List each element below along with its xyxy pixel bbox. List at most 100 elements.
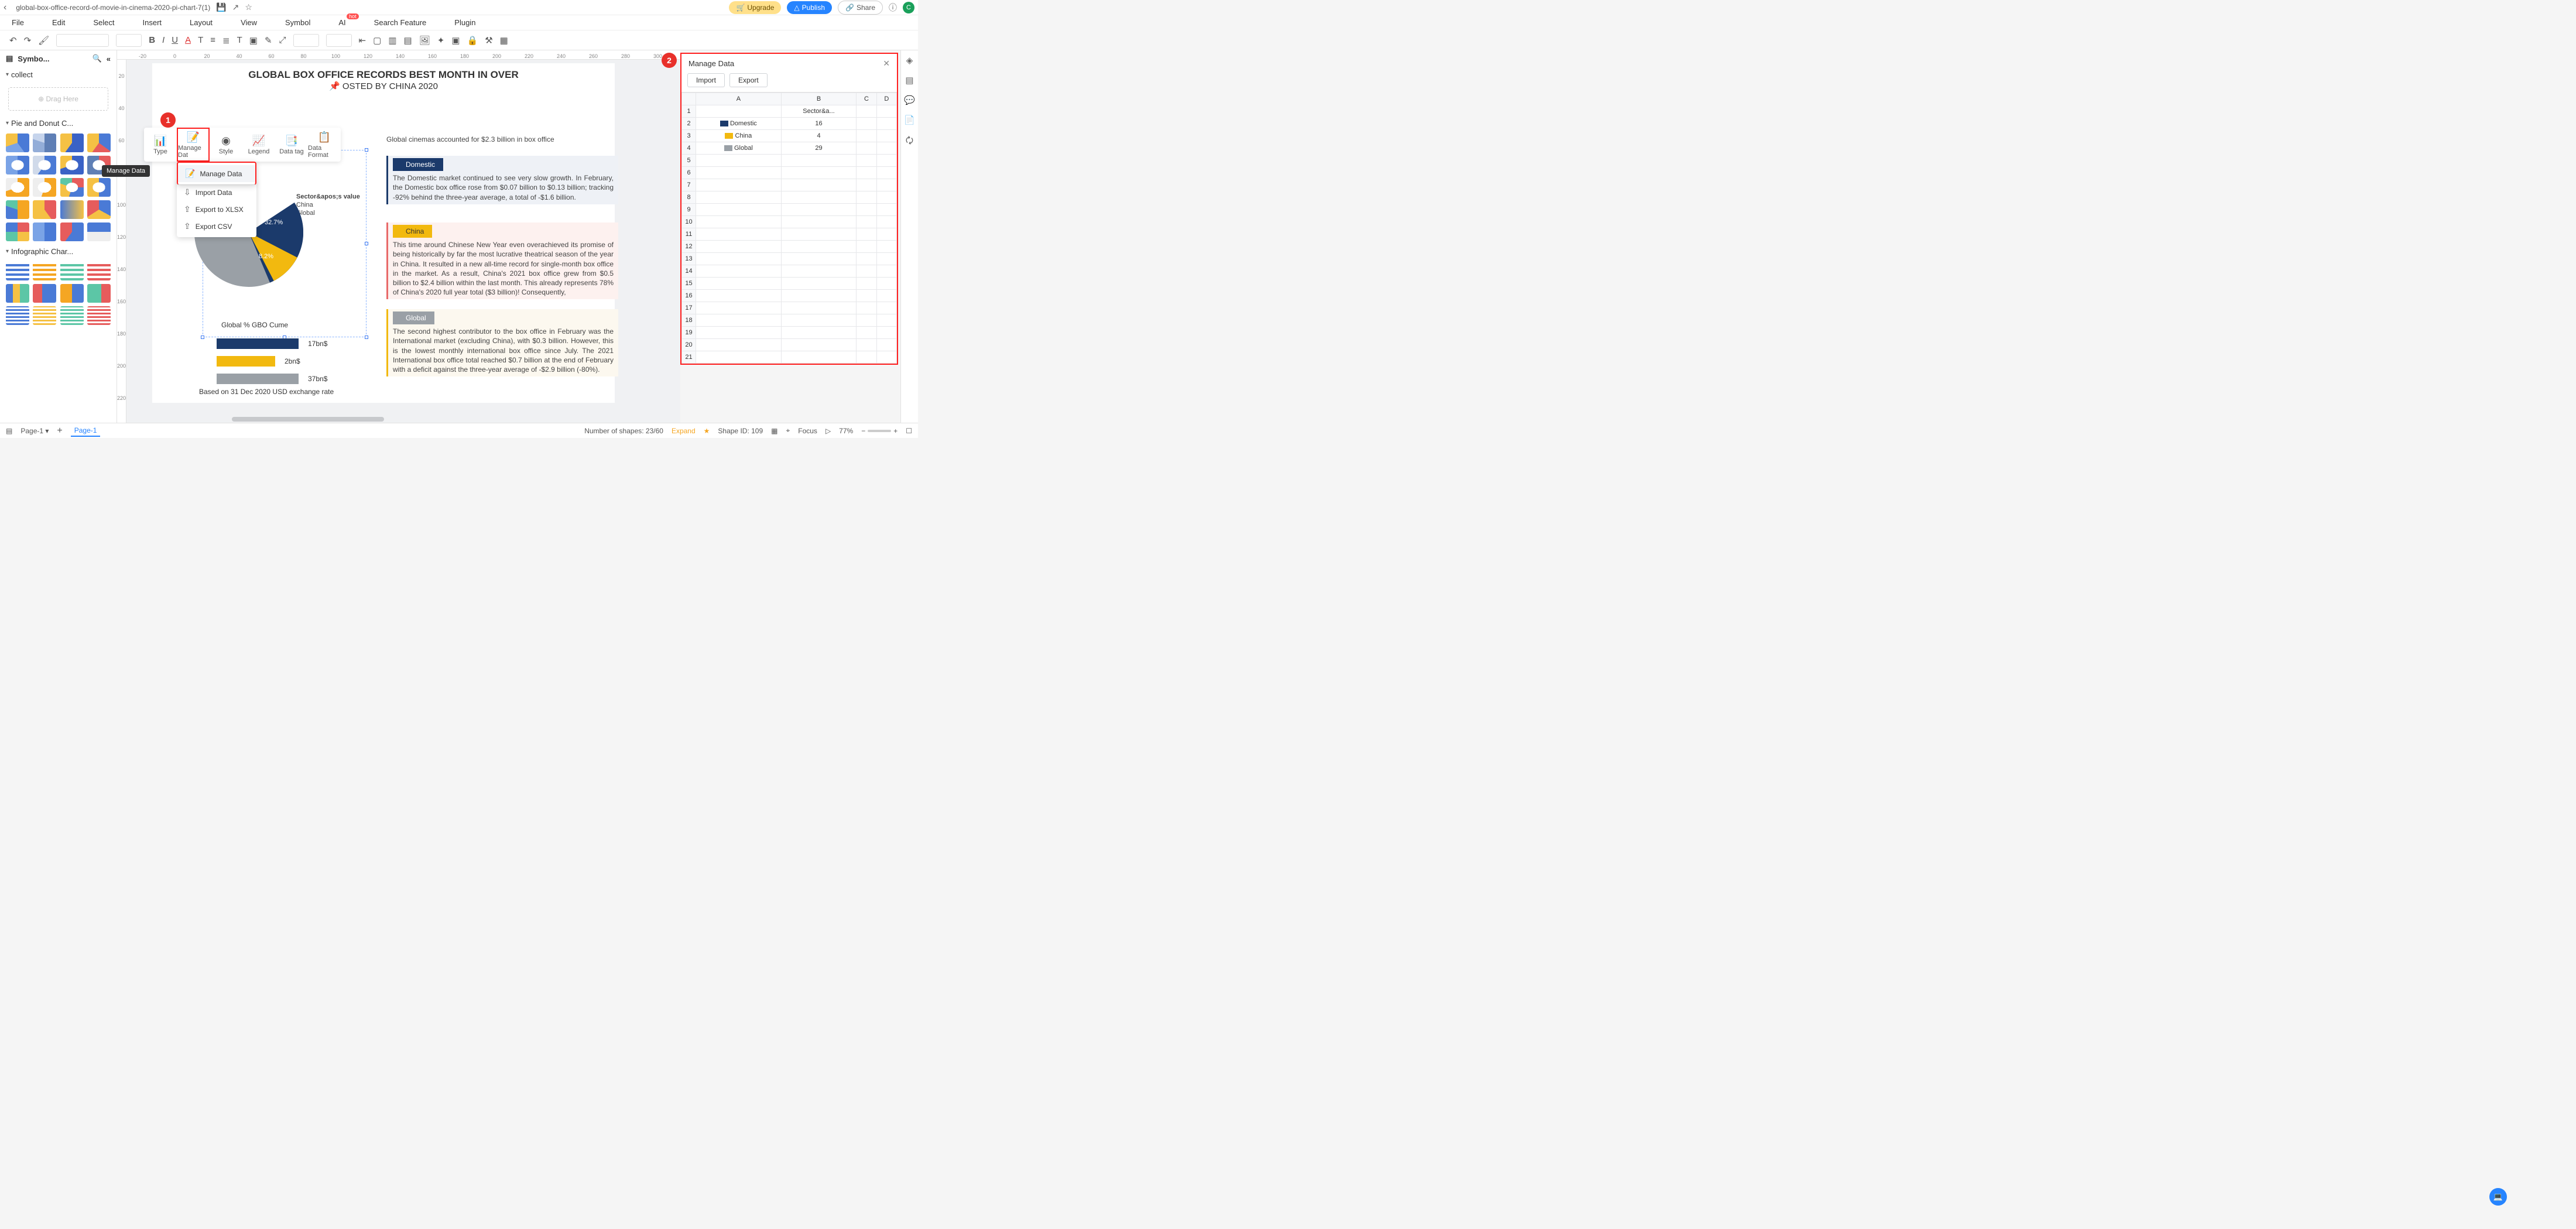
chart-thumb[interactable]	[60, 200, 84, 219]
zoom-value[interactable]: 77%	[839, 427, 853, 435]
tools-icon[interactable]: ⚒	[485, 35, 492, 46]
row-header[interactable]: 9	[682, 204, 696, 216]
cell[interactable]	[781, 351, 857, 364]
share-button[interactable]: 🔗 Share	[838, 1, 883, 15]
layers-icon[interactable]: ▤	[905, 75, 913, 85]
cell[interactable]	[857, 339, 876, 351]
chart-thumb[interactable]	[60, 262, 84, 280]
cell[interactable]	[876, 265, 896, 278]
lock-icon[interactable]: 🔒	[467, 35, 478, 46]
search-icon[interactable]: 🔍	[93, 54, 102, 63]
col-header[interactable]: C	[857, 93, 876, 105]
pie-donut-section[interactable]: ▾Pie and Donut C...	[0, 115, 117, 131]
menu-file[interactable]: File	[12, 18, 24, 27]
row-header[interactable]: 3	[682, 130, 696, 142]
row-header[interactable]: 12	[682, 241, 696, 253]
cell[interactable]	[876, 351, 896, 364]
zoom-control[interactable]: −+	[861, 427, 898, 435]
chart-thumb[interactable]	[6, 284, 29, 303]
cell[interactable]	[876, 204, 896, 216]
chart-thumb[interactable]	[33, 284, 56, 303]
back-icon[interactable]: ‹	[4, 2, 6, 13]
align-obj-icon[interactable]: ▤	[404, 35, 412, 46]
cell[interactable]	[696, 105, 782, 118]
menu-plugin[interactable]: Plugin	[454, 18, 475, 27]
cell[interactable]	[876, 191, 896, 204]
cell[interactable]	[781, 339, 857, 351]
font-color-icon[interactable]: A	[185, 35, 191, 45]
cell[interactable]	[876, 339, 896, 351]
cell[interactable]	[781, 228, 857, 241]
legend-button[interactable]: 📈Legend	[242, 128, 275, 162]
row-header[interactable]: 16	[682, 290, 696, 302]
resize-handle[interactable]	[365, 242, 368, 245]
chart-thumb[interactable]	[33, 306, 56, 325]
dropdown-manage-data[interactable]: 📝Manage Data	[178, 165, 255, 182]
export-button[interactable]: Export	[729, 73, 768, 87]
cell[interactable]	[857, 191, 876, 204]
chart-thumb[interactable]	[87, 200, 111, 219]
chart-thumb[interactable]	[60, 156, 84, 174]
cell[interactable]	[781, 241, 857, 253]
connector-icon[interactable]: ⤢	[279, 35, 286, 45]
cell[interactable]: Sector&a...	[781, 105, 857, 118]
cell[interactable]	[696, 179, 782, 191]
chart-type-button[interactable]: 📊Type	[144, 128, 177, 162]
row-header[interactable]: 6	[682, 167, 696, 179]
page-select[interactable]: Page-1 ▾	[20, 427, 49, 435]
collapse-icon[interactable]: «	[107, 54, 111, 63]
page-icon[interactable]: 📄	[904, 115, 915, 125]
cell[interactable]	[696, 278, 782, 290]
row-header[interactable]: 13	[682, 253, 696, 265]
cell[interactable]	[696, 290, 782, 302]
format-painter-icon[interactable]: 🖌	[38, 35, 49, 46]
row-header[interactable]: 4	[682, 142, 696, 155]
menu-search-feature[interactable]: Search Feature	[374, 18, 427, 27]
cell[interactable]	[876, 278, 896, 290]
cell[interactable]	[857, 265, 876, 278]
cell[interactable]	[781, 216, 857, 228]
cell[interactable]	[876, 314, 896, 327]
image-icon[interactable]: 🖼	[419, 35, 430, 46]
cell[interactable]	[857, 167, 876, 179]
canvas-area[interactable]: -200204060801001201401601802002202402602…	[117, 50, 680, 423]
pages-icon[interactable]: ▤	[6, 427, 12, 435]
zoom-slider[interactable]	[868, 430, 891, 432]
chart-thumb[interactable]	[6, 133, 29, 152]
resize-handle[interactable]	[201, 336, 204, 339]
cell[interactable]	[857, 142, 876, 155]
publish-button[interactable]: △ Publish	[787, 1, 832, 14]
effects-icon[interactable]: ✦	[437, 35, 445, 46]
redo-icon[interactable]: ↷	[24, 35, 32, 46]
crop-icon[interactable]: ▣	[451, 35, 460, 46]
row-header[interactable]: 15	[682, 278, 696, 290]
menu-insert[interactable]: Insert	[143, 18, 162, 27]
target-icon[interactable]: ⌖	[786, 426, 790, 435]
row-header[interactable]: 17	[682, 302, 696, 314]
cell[interactable]	[696, 167, 782, 179]
cell[interactable]	[696, 191, 782, 204]
grid-icon[interactable]: ▦	[500, 35, 508, 46]
row-header[interactable]: 19	[682, 327, 696, 339]
comment-icon[interactable]: 💬	[904, 95, 915, 105]
chart-thumb[interactable]	[60, 222, 84, 241]
cell[interactable]	[781, 155, 857, 167]
resize-handle[interactable]	[365, 148, 368, 152]
row-header[interactable]: 5	[682, 155, 696, 167]
menu-edit[interactable]: Edit	[52, 18, 65, 27]
chart-thumb[interactable]	[6, 306, 29, 325]
col-header[interactable]: D	[876, 93, 896, 105]
row-header[interactable]: 7	[682, 179, 696, 191]
cell[interactable]	[876, 179, 896, 191]
row-header[interactable]: 21	[682, 351, 696, 364]
datatag-button[interactable]: 📑Data tag	[275, 128, 308, 162]
upgrade-button[interactable]: 🛒 Upgrade	[729, 1, 781, 14]
chart-thumb[interactable]	[33, 156, 56, 174]
chart-thumb[interactable]	[6, 178, 29, 197]
expand-link[interactable]: Expand	[672, 427, 696, 435]
row-header[interactable]: 11	[682, 228, 696, 241]
cell[interactable]	[876, 241, 896, 253]
chart-thumb[interactable]	[60, 178, 84, 197]
menu-symbol[interactable]: Symbol	[285, 18, 310, 27]
row-header[interactable]: 14	[682, 265, 696, 278]
